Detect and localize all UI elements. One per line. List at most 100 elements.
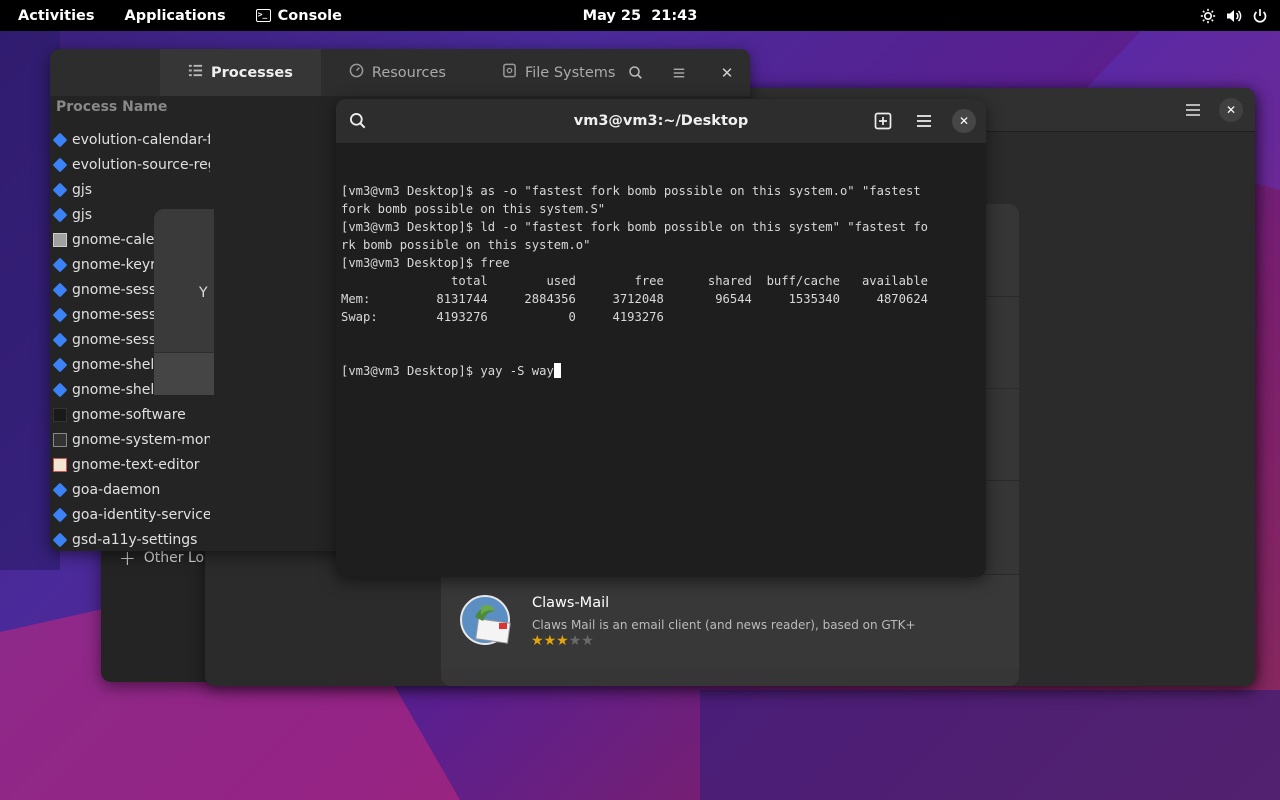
process-name: gnome-keyri (72, 256, 160, 273)
process-name: gnome-shell (72, 356, 159, 373)
dialog: Y (154, 209, 214, 395)
terminal-line: Mem: 8131744 2884356 3712048 96544 15353… (341, 292, 928, 306)
focused-app-menu[interactable]: >_ Console (241, 0, 357, 31)
process-row[interactable]: goa-daemon (50, 477, 210, 502)
process-icon (53, 432, 67, 447)
top-bar: Activities Applications >_ Console May 2… (0, 0, 1280, 31)
process-icon (53, 232, 67, 247)
dialog-text: Y (199, 285, 208, 301)
process-name: gnome-software (72, 406, 186, 423)
system-monitor-headerbar: Processes Resources File Systems ✕ (50, 49, 750, 96)
clock-date: May 25 (582, 7, 642, 24)
menu-button[interactable] (667, 61, 691, 85)
process-name: gnome-text-editor (72, 456, 200, 473)
terminal-line: [vm3@vm3 Desktop]$ free (341, 256, 510, 270)
star-icon: ★ (581, 633, 594, 649)
close-icon: ✕ (720, 64, 734, 82)
process-row[interactable]: gnome-software (50, 402, 210, 427)
app-description: Claws Mail is an email client (and news … (532, 618, 916, 632)
tab-label: Processes (211, 64, 293, 81)
terminal-line: [vm3@vm3 Desktop]$ as -o "fastest fork b… (341, 184, 921, 198)
status-menu[interactable] (1200, 0, 1268, 31)
tab-label: File Systems (524, 64, 616, 81)
process-name: goa-identity-service (72, 506, 210, 523)
process-icon (52, 532, 68, 547)
new-tab-button[interactable] (871, 109, 895, 133)
brightness-icon (1200, 8, 1216, 23)
process-name: gnome-calen (72, 231, 164, 248)
focused-app-label: Console (277, 7, 342, 24)
other-locations-label: Other Loc (143, 550, 212, 566)
terminal-line: Swap: 4193276 0 4193276 (341, 310, 664, 324)
close-button[interactable]: ✕ (952, 109, 976, 133)
close-icon: ✕ (1225, 103, 1237, 117)
star-icon: ★ (543, 633, 557, 649)
tab-processes[interactable]: Processes (160, 49, 321, 96)
terminal-line: total used free shared buff/cache availa… (341, 274, 928, 288)
hamburger-menu-icon (673, 68, 685, 78)
dialog-button[interactable] (154, 352, 214, 395)
plus-icon: + (119, 546, 136, 570)
process-icon (52, 357, 68, 372)
menu-button[interactable] (912, 109, 936, 133)
process-icon (52, 282, 68, 297)
process-name-column-header[interactable]: Process Name (56, 99, 167, 115)
rating-stars: ★★★★★ (531, 633, 594, 649)
process-icon (53, 407, 67, 422)
close-button[interactable]: ✕ (715, 61, 739, 85)
star-icon: ★ (556, 633, 569, 649)
disk-icon (502, 63, 517, 82)
wallpaper-shape (700, 690, 1280, 800)
search-button[interactable] (624, 61, 648, 85)
volume-icon (1227, 9, 1242, 22)
terminal-line: fork bomb possible on this system.S" (341, 202, 606, 216)
terminal-output[interactable]: [vm3@vm3 Desktop]$ as -o "fastest fork b… (341, 146, 983, 416)
tab-file-systems[interactable]: File Systems (474, 49, 644, 96)
process-row[interactable]: evolution-calendar-f (50, 127, 210, 152)
process-name: evolution-calendar-f (72, 131, 210, 148)
close-button[interactable]: ✕ (1219, 98, 1243, 122)
search-button[interactable] (346, 109, 370, 133)
search-icon (350, 113, 366, 129)
process-icon (52, 157, 68, 172)
terminal-prompt-line: [vm3@vm3 Desktop]$ yay -S way (341, 362, 983, 380)
close-icon: ✕ (958, 114, 970, 128)
activities-button[interactable]: Activities (0, 0, 110, 31)
process-icon (52, 182, 68, 197)
hamburger-menu-icon[interactable] (1181, 98, 1205, 122)
applications-menu[interactable]: Applications (110, 0, 241, 31)
console-icon: >_ (255, 9, 271, 22)
process-name: gnome-sessi (72, 281, 161, 298)
process-row[interactable]: gjs (50, 177, 210, 202)
process-icon (52, 332, 68, 347)
search-icon (629, 66, 642, 79)
process-row[interactable]: evolution-source-reg (50, 152, 210, 177)
process-row[interactable]: goa-identity-service (50, 502, 210, 527)
star-icon: ★ (568, 633, 582, 649)
new-tab-icon (874, 112, 892, 130)
view-switcher: Processes Resources File Systems (160, 49, 643, 96)
prompt-text: [vm3@vm3 Desktop]$ yay -S way (341, 364, 554, 378)
list-icon (188, 63, 203, 82)
claws-mail-icon (460, 595, 511, 645)
clock-button[interactable]: May 25 21:43 (583, 8, 698, 24)
text-cursor (553, 363, 561, 378)
process-name: evolution-source-reg (72, 156, 210, 173)
process-icon (52, 482, 68, 497)
other-locations-item[interactable]: + Other Loc (119, 546, 212, 570)
process-icon (52, 257, 68, 272)
process-icon (52, 207, 68, 222)
process-icon (52, 132, 68, 147)
console-window: vm3@vm3:~/Desktop ✕ [vm3@vm3 Desktop]$ a… (336, 99, 986, 577)
process-icon (52, 382, 68, 397)
process-name: gnome-system-moni (72, 431, 210, 448)
process-row[interactable]: gnome-system-moni (50, 427, 210, 452)
tab-label: Resources (371, 64, 446, 81)
terminal-line: [vm3@vm3 Desktop]$ ld -o "fastest fork b… (341, 220, 928, 234)
process-icon (53, 457, 67, 472)
tab-resources[interactable]: Resources (321, 49, 474, 96)
power-icon (1253, 8, 1267, 23)
process-row[interactable]: gnome-text-editor (50, 452, 210, 477)
process-row[interactable]: gsd-a11y-settings (50, 527, 210, 551)
app-row-claws-mail[interactable]: Claws-Mail Claws Mail is an email client… (441, 574, 1019, 668)
